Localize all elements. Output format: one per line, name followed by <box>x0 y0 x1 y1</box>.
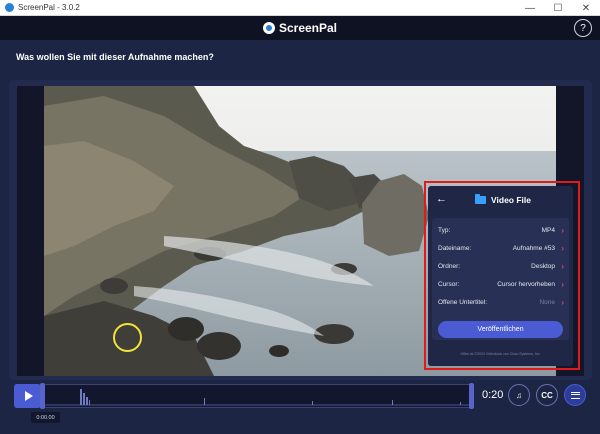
window-buttons: — ☐ ✕ <box>516 0 600 16</box>
folder-icon <box>475 194 486 204</box>
timeline-waveform[interactable] <box>41 384 473 408</box>
panel-title-text: Video File <box>491 195 531 205</box>
setting-value: MP4 <box>541 226 555 234</box>
chevron-right-icon: › <box>561 243 564 253</box>
page-title: Was wollen Sie mit dieser Aufnahme mache… <box>16 52 214 62</box>
captions-button[interactable]: CC <box>536 384 558 406</box>
help-button[interactable]: ? <box>574 19 592 37</box>
menu-button[interactable] <box>564 384 586 406</box>
current-timecode: 0:00.00 <box>31 412 60 423</box>
back-arrow-icon[interactable]: ← <box>436 193 447 205</box>
minimize-button[interactable]: — <box>516 0 544 16</box>
duration-label: 0:20 <box>482 389 504 401</box>
window-title: ScreenPal - 3.0.2 <box>18 3 80 12</box>
setting-row-filename[interactable]: Dateiname: Aufnahme #53 › <box>432 239 569 257</box>
panel-header: ← Video File <box>428 186 573 214</box>
setting-row-type[interactable]: Typ: MP4 › <box>432 221 569 239</box>
trim-handle-end[interactable] <box>469 383 474 409</box>
chevron-right-icon: › <box>561 279 564 289</box>
setting-label: Ordner: <box>438 262 461 270</box>
trim-handle-start[interactable] <box>40 383 45 409</box>
setting-label: Offene Untertitel: <box>438 298 488 306</box>
setting-value: Aufnahme #53 <box>512 244 555 252</box>
copyright-note: Offen ist ©2024 Videotools von Cisco Sys… <box>460 352 541 356</box>
setting-value: Desktop <box>531 262 555 270</box>
video-file-panel: ← Video File Typ: MP4 › Dateiname: Aufna… <box>428 186 573 366</box>
panel-title: Video File <box>475 194 531 205</box>
logo-icon <box>262 22 275 34</box>
setting-label: Typ: <box>438 226 451 234</box>
close-button[interactable]: ✕ <box>572 0 600 16</box>
cursor-highlight-ring <box>113 323 142 352</box>
title-bar: ScreenPal - 3.0.2 — ☐ ✕ <box>0 0 600 16</box>
cc-icon: CC <box>541 390 553 400</box>
app-icon <box>5 3 14 12</box>
setting-value: Cursor hervorheben <box>497 280 555 288</box>
music-button[interactable]: ♫ <box>508 384 530 406</box>
setting-label: Cursor: <box>438 280 460 288</box>
logo-text: ScreenPal <box>278 21 338 35</box>
chevron-right-icon: › <box>561 261 564 271</box>
setting-label: Dateiname: <box>438 244 472 252</box>
setting-row-folder[interactable]: Ordner: Desktop › <box>432 257 569 275</box>
chevron-right-icon: › <box>561 297 564 307</box>
chevron-right-icon: › <box>561 225 564 235</box>
app-header: ScreenPal ? <box>0 16 600 40</box>
screenpal-logo: ScreenPal <box>262 21 338 35</box>
setting-value: None <box>539 298 555 306</box>
audio-waveform <box>42 389 472 406</box>
list-menu-icon <box>570 391 580 399</box>
play-icon <box>24 391 33 401</box>
maximize-button[interactable]: ☐ <box>544 0 572 16</box>
play-button[interactable] <box>14 384 41 408</box>
publish-button[interactable]: Veröffentlichen <box>438 321 563 338</box>
setting-row-subtitles[interactable]: Offene Untertitel: None › <box>432 293 569 311</box>
music-note-icon: ♫ <box>516 390 522 400</box>
setting-row-cursor[interactable]: Cursor: Cursor hervorheben › <box>432 275 569 293</box>
